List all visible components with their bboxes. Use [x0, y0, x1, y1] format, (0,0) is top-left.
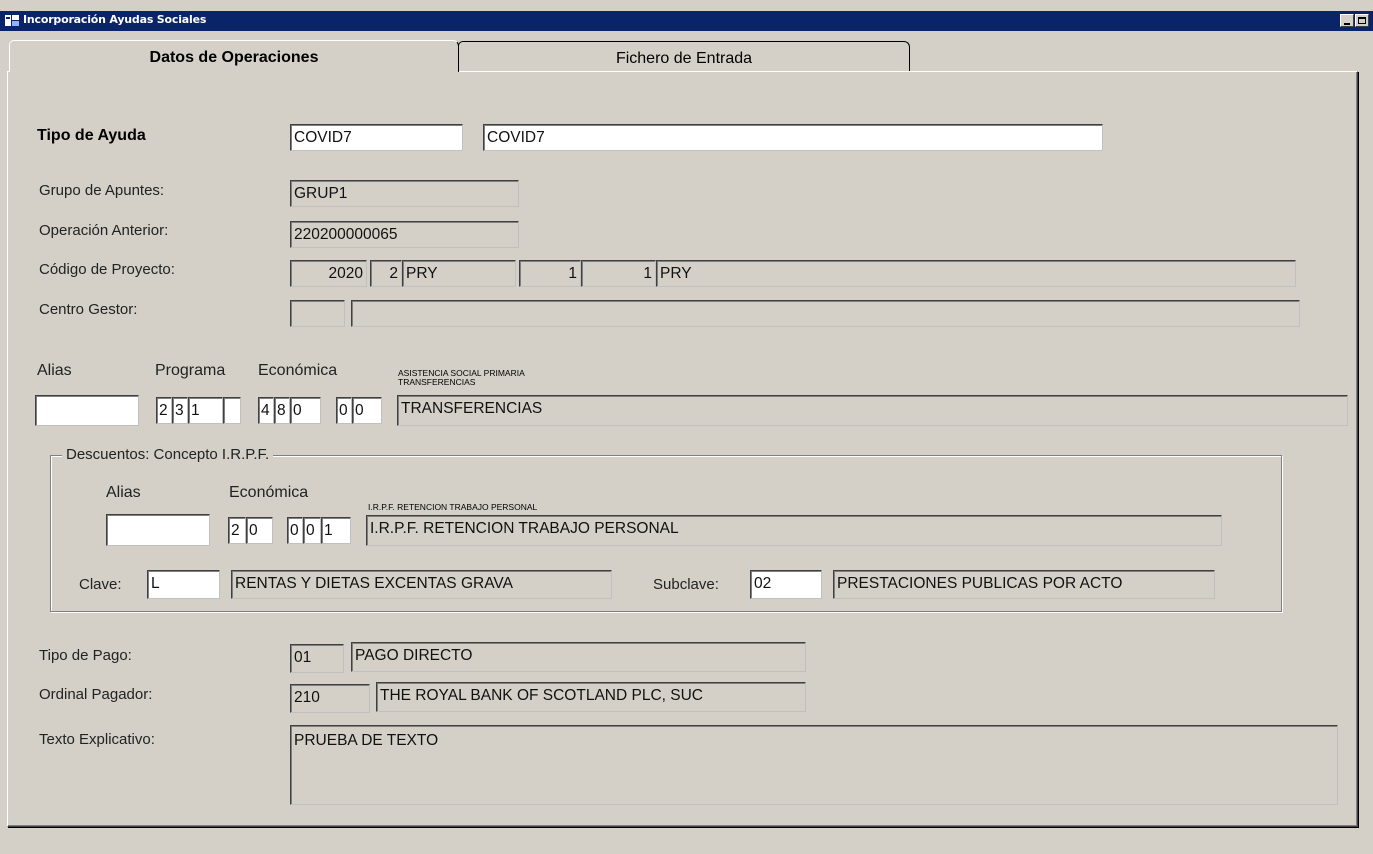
tab-datos-operaciones[interactable]: Datos de Operaciones [9, 40, 459, 72]
window-title: Incorporación Ayudas Sociales [23, 13, 207, 26]
app-icon [5, 15, 19, 26]
maximize-icon[interactable] [1355, 14, 1369, 27]
window-title-bar[interactable]: Incorporación Ayudas Sociales [0, 11, 1373, 31]
minimize-icon[interactable] [1340, 14, 1354, 27]
tab-label: Fichero de Entrada [615, 50, 753, 67]
tab-panel [7, 71, 1358, 827]
tab-label: Datos de Operaciones [149, 49, 319, 66]
tab-join [10, 70, 458, 73]
tab-fichero-entrada[interactable]: Fichero de Entrada [458, 41, 910, 72]
